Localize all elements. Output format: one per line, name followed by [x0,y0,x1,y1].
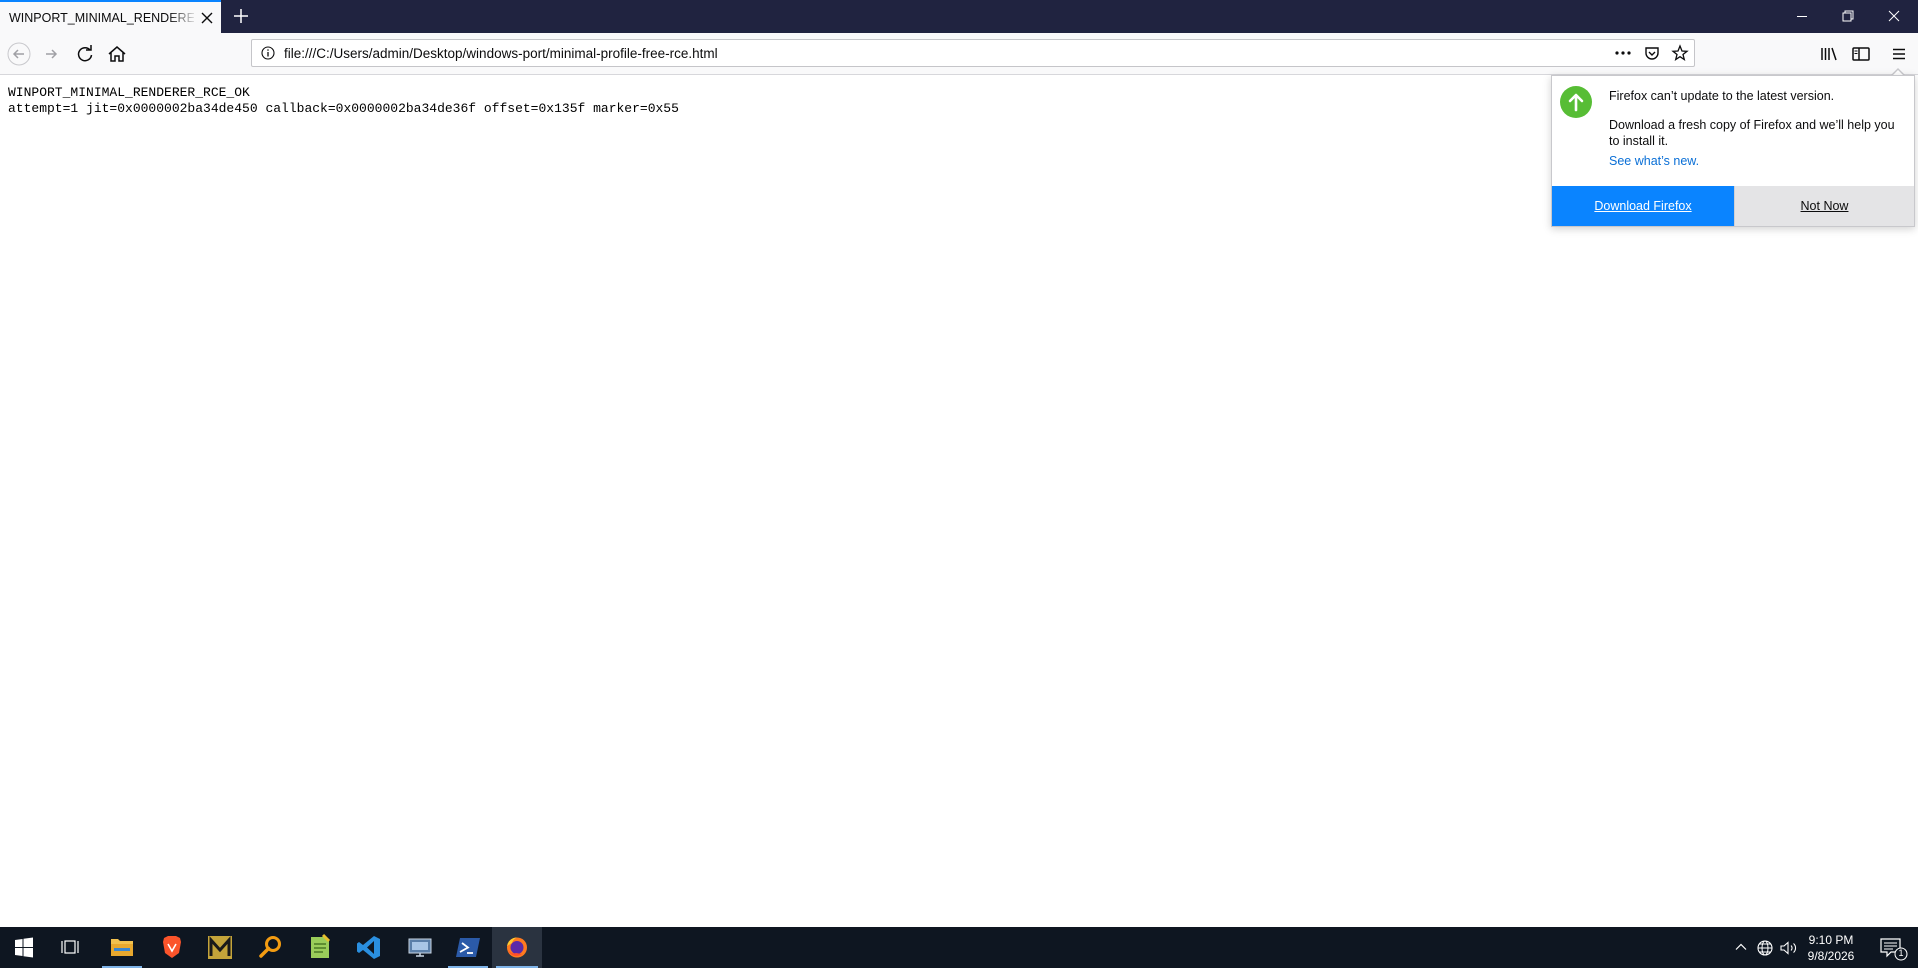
show-hidden-icons-icon[interactable] [1733,939,1749,955]
sidebar-icon[interactable] [1849,42,1873,66]
vscode-icon[interactable] [346,927,394,968]
task-view-icon[interactable] [48,927,96,968]
back-icon[interactable] [7,42,31,66]
powershell-icon[interactable] [444,927,492,968]
download-firefox-button[interactable]: Download Firefox [1552,186,1734,226]
page-text-line: WINPORT_MINIMAL_RENDERER_RCE_OK [8,85,250,100]
restore-icon[interactable] [1825,0,1871,33]
notepad-icon[interactable] [296,927,344,968]
update-notification-panel: Firefox can’t update to the latest versi… [1551,75,1915,227]
pocket-icon[interactable] [1643,44,1661,62]
navigation-toolbar: file:///C:/Users/admin/Desktop/windows-p… [0,33,1918,75]
browser-tab[interactable]: WINPORT_MINIMAL_RENDERER_RCE_OK [0,0,221,33]
minimize-icon[interactable] [1779,0,1825,33]
library-icon[interactable] [1817,42,1841,66]
action-center-icon[interactable]: 1 [1868,927,1918,968]
brave-icon[interactable] [148,927,196,968]
whats-new-link[interactable]: See what’s new. [1609,154,1699,168]
page-text-line: attempt=1 jit=0x0000002ba34de450 callbac… [8,101,679,116]
forward-icon[interactable] [40,42,64,66]
close-window-icon[interactable] [1871,0,1917,33]
start-icon[interactable] [0,927,48,968]
remote-desktop-icon[interactable] [396,927,444,968]
search-app-icon[interactable] [246,927,294,968]
update-arrow-icon [1560,86,1592,118]
not-now-button[interactable]: Not Now [1734,186,1914,226]
m-app-icon[interactable] [196,927,244,968]
volume-icon[interactable] [1779,939,1799,957]
reload-icon[interactable] [73,42,97,66]
panel-title: Firefox can’t update to the latest versi… [1609,89,1835,103]
page-actions-icon[interactable] [1613,44,1633,62]
clock-date[interactable]: 9/8/2026 [1798,949,1864,963]
new-tab-icon[interactable] [230,5,252,27]
taskbar: 9:10 PM 9/8/2026 1 [0,927,1918,968]
bookmark-star-icon[interactable] [1671,44,1689,62]
clock-time[interactable]: 9:10 PM [1798,933,1864,947]
tab-close-icon[interactable] [198,9,216,27]
home-icon[interactable] [105,42,129,66]
notification-count: 1 [1898,948,1904,958]
menu-hamburger-icon[interactable] [1887,42,1911,66]
firefox-icon[interactable] [492,927,542,968]
panel-description: Download a fresh copy of Firefox and we’… [1609,118,1895,148]
network-globe-icon[interactable] [1756,939,1774,957]
url-text[interactable]: file:///C:/Users/admin/Desktop/windows-p… [284,46,718,61]
tab-title: WINPORT_MINIMAL_RENDERER_RCE_OK [9,11,194,25]
tab-strip: WINPORT_MINIMAL_RENDERER_RCE_OK [0,0,1918,33]
file-explorer-icon[interactable] [98,927,146,968]
info-icon[interactable] [261,46,275,60]
url-bar[interactable]: file:///C:/Users/admin/Desktop/windows-p… [251,39,1695,67]
